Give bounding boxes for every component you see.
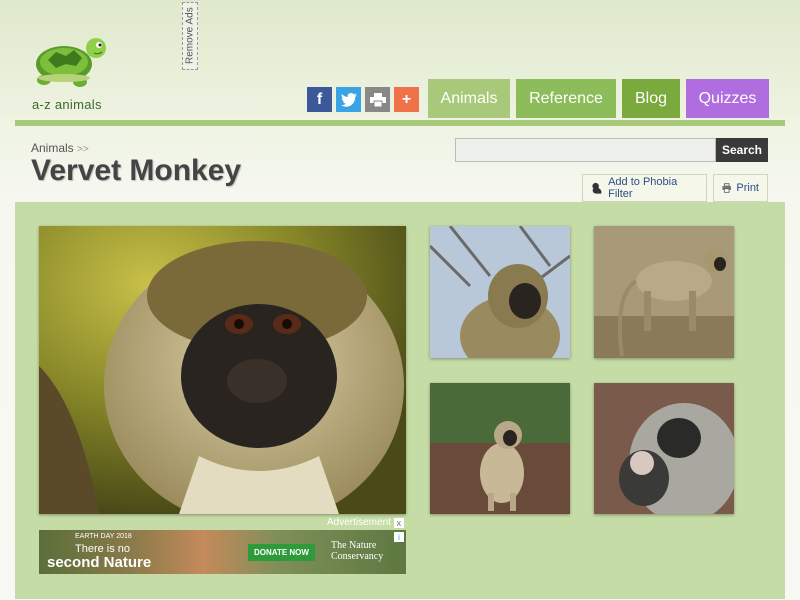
print-label: Print [736, 182, 759, 194]
ad-info-icon[interactable]: i [394, 532, 404, 542]
search-button[interactable]: Search [716, 138, 768, 162]
ad-brand-line1: The Nature [331, 540, 377, 551]
ad-headline-line2: second Nature [47, 554, 152, 571]
main-nav: Animals Reference Blog Quizzes [428, 79, 769, 118]
phobia-filter-label: Add to Phobia Filter [608, 176, 678, 200]
breadcrumb-animals-link[interactable]: Animals [31, 141, 74, 155]
vervet-monkey-sitting-image [430, 383, 570, 514]
breadcrumb: Animals >> [31, 141, 89, 155]
header-divider [15, 120, 785, 126]
plus-icon: + [401, 90, 412, 108]
site-logo-text[interactable]: a-z animals [32, 97, 102, 112]
ad-brand: The Nature Conservancy [331, 540, 383, 562]
facebook-share-button[interactable]: f [307, 87, 332, 112]
vervet-monkey-thumbnail-2[interactable] [594, 226, 734, 358]
twitter-share-button[interactable] [336, 87, 361, 112]
vervet-monkey-portrait-image [39, 226, 406, 514]
tab-animals[interactable]: Animals [428, 79, 510, 118]
print-button[interactable]: Print [713, 174, 768, 202]
main-vervet-monkey-photo[interactable] [39, 226, 406, 514]
remove-ads-link[interactable]: Remove Ads [182, 2, 198, 70]
printer-icon [722, 183, 731, 193]
facebook-icon: f [316, 90, 323, 108]
turtle-logo-icon [36, 38, 106, 87]
close-ad-icon[interactable]: x [393, 517, 404, 528]
ad-earth-day-text: EARTH DAY 2018 [75, 533, 132, 540]
site-logo[interactable] [30, 34, 110, 90]
add-to-phobia-filter-button[interactable]: Add to Phobia Filter [582, 174, 707, 202]
ad-brand-line2: Conservancy [331, 551, 384, 562]
vervet-monkey-thumbnail-4[interactable] [594, 383, 734, 514]
share-bar: f + [307, 87, 419, 112]
vervet-monkey-profile-image [430, 226, 570, 358]
more-share-button[interactable]: + [394, 87, 419, 112]
advertisement-text: Advertisement [327, 517, 391, 528]
monkey-silhouette-icon [592, 182, 602, 194]
vervet-monkey-thumbnail-3[interactable] [430, 383, 570, 514]
vervet-monkey-thumbnail-1[interactable] [430, 226, 570, 358]
tab-blog[interactable]: Blog [622, 79, 680, 118]
tab-quizzes[interactable]: Quizzes [686, 79, 769, 118]
photo-gallery: Advertisement x EARTH DAY 2018 There is … [15, 202, 785, 599]
tab-reference[interactable]: Reference [516, 79, 616, 118]
vervet-monkey-walking-image [594, 226, 734, 358]
search-input[interactable] [455, 138, 716, 162]
printer-icon [369, 92, 386, 107]
vervet-monkey-with-baby-image [594, 383, 734, 514]
page-title: Vervet Monkey [31, 154, 242, 187]
advertisement-label: Advertisement x [327, 517, 404, 528]
ad-donate-button[interactable]: DONATE NOW [248, 544, 315, 561]
twitter-icon [340, 92, 357, 107]
ad-banner[interactable]: EARTH DAY 2018 There is no second Nature… [39, 530, 406, 574]
print-share-button[interactable] [365, 87, 390, 112]
